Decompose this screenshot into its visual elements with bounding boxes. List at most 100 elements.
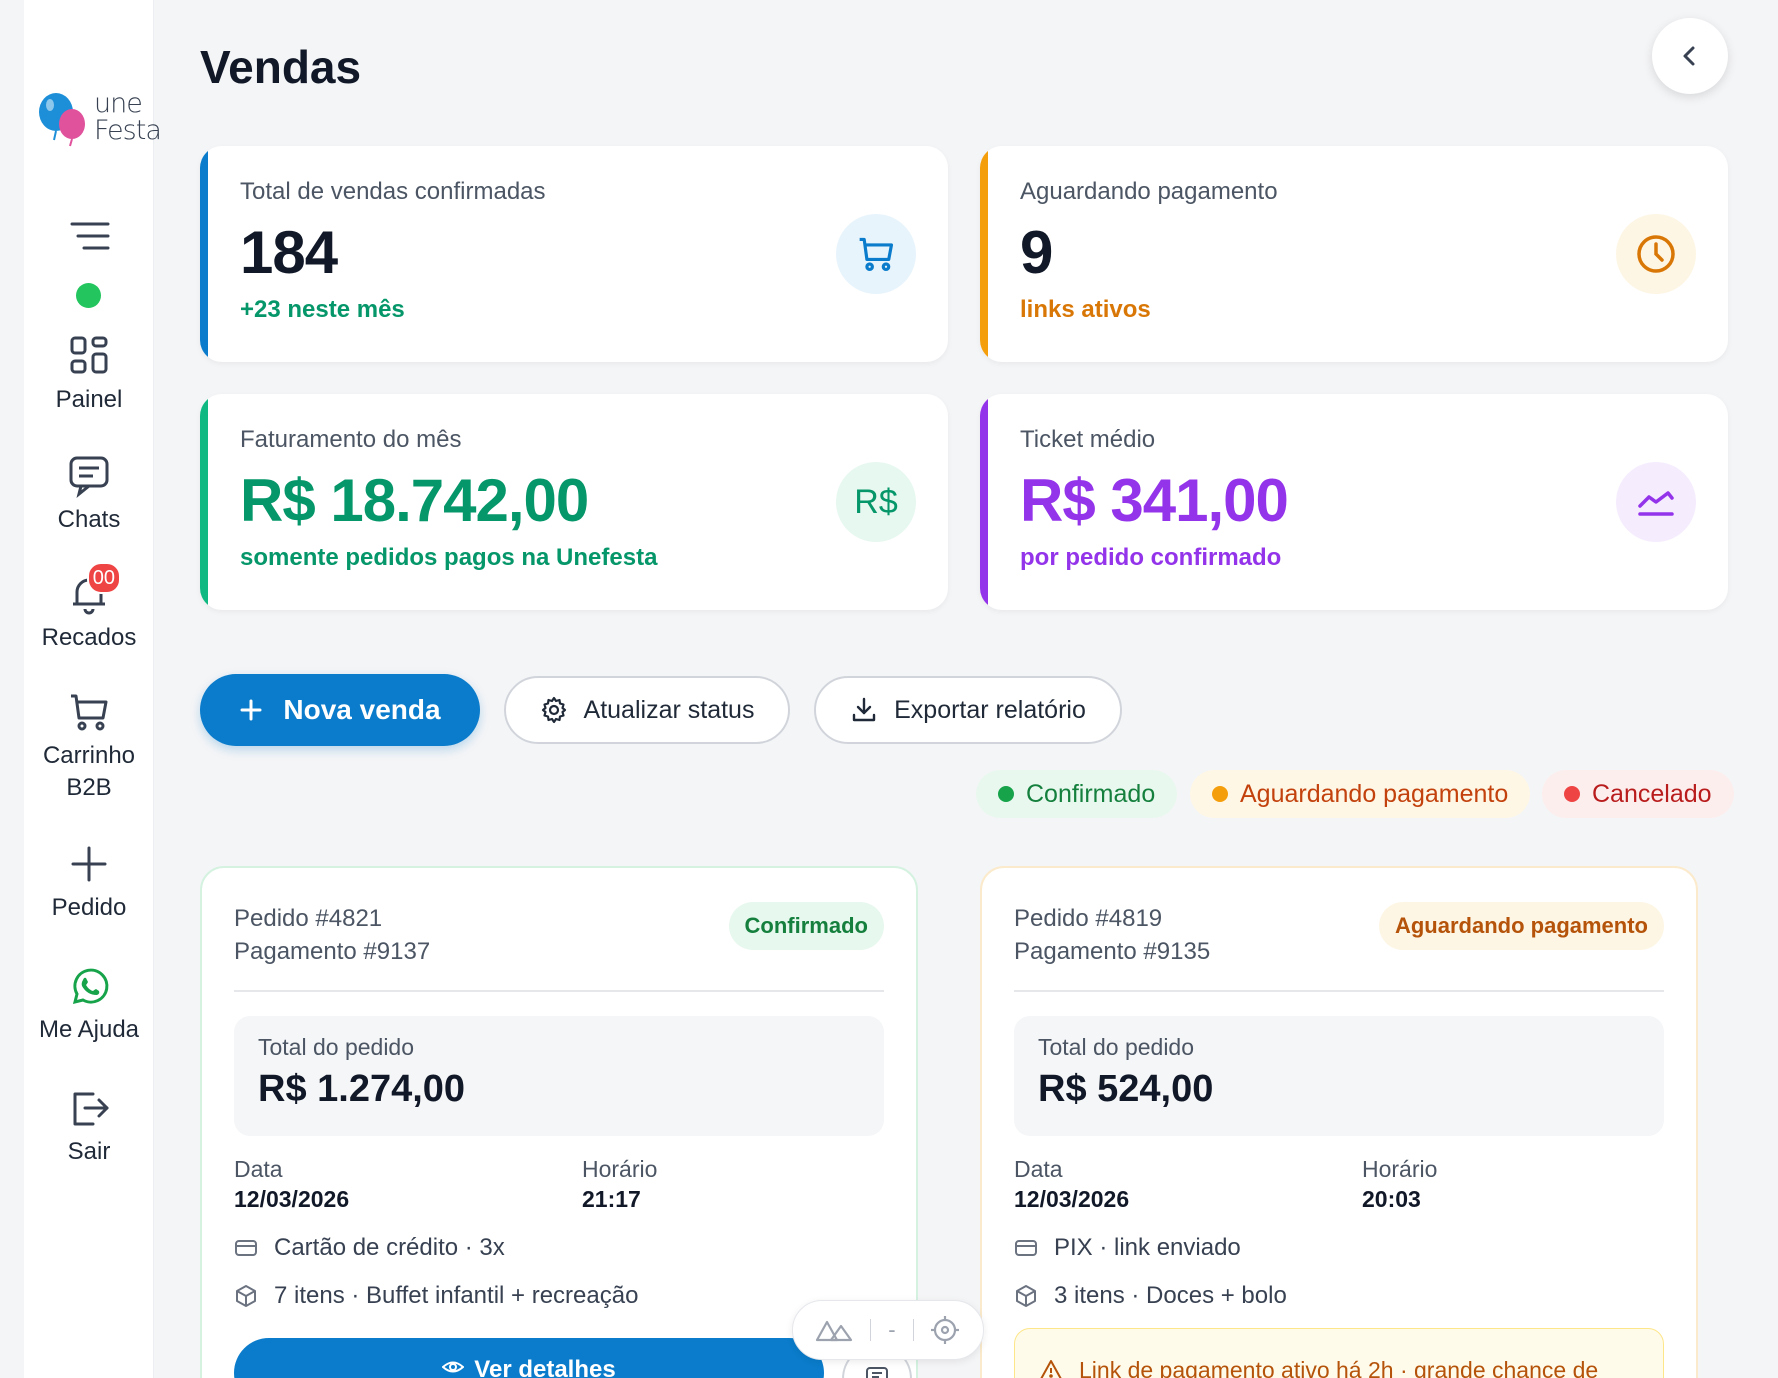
stat-card-average-ticket: Ticket médio R$ 341,00 por pedido confir… [980, 394, 1728, 610]
payment-method: PIX · link enviado [1014, 1234, 1241, 1262]
warning-icon [1040, 1360, 1062, 1378]
status-badge: Aguardando pagamento [1378, 902, 1664, 950]
chat-icon [67, 454, 111, 498]
floating-toolbar[interactable]: - [792, 1300, 984, 1360]
credit-card-icon [1015, 1240, 1037, 1256]
stat-value: R$ 18.742,00 [240, 467, 589, 534]
stat-sub: por pedido confirmado [1020, 544, 1282, 571]
whatsapp-icon [67, 964, 111, 1008]
stat-sub: links ativos [1020, 296, 1151, 323]
export-report-button[interactable]: Exportar relatório [814, 676, 1122, 744]
plus-icon [67, 842, 111, 886]
trend-icon [1616, 462, 1696, 542]
sidebar-item-painel[interactable]: Painel [24, 334, 154, 416]
cart-icon [67, 690, 111, 734]
stat-sub: somente pedidos pagos na Unefesta [240, 544, 658, 571]
gear-icon [541, 696, 566, 724]
divider [1014, 990, 1664, 992]
stat-value: 184 [240, 219, 338, 286]
stat-card-awaiting-payment: Aguardando pagamento 9 links ativos [980, 146, 1728, 362]
new-sale-button[interactable]: Nova venda [200, 674, 480, 746]
order-number: Pedido #4821 [234, 905, 383, 932]
notification-badge: 00 [86, 562, 121, 594]
package-icon [236, 1285, 256, 1307]
status-dot [1564, 786, 1580, 802]
bell-icon: 00 [67, 562, 121, 616]
grid-icon [67, 334, 111, 378]
sidebar-item-recados[interactable]: 00 Recados [24, 562, 154, 654]
sidebar-item-sair[interactable]: Sair [24, 1086, 154, 1168]
collapse-button[interactable] [1652, 18, 1728, 94]
crosshair-icon[interactable] [930, 1315, 960, 1345]
payment-number: Pagamento #9137 [234, 938, 431, 965]
credit-card-icon [235, 1240, 257, 1256]
sidebar-item-chats[interactable]: Chats [24, 454, 154, 536]
order-card: Pedido #4819 Pagamento #9135 Aguardando … [980, 866, 1698, 1378]
stat-sub: +23 neste mês [240, 296, 405, 323]
chat-icon [866, 1367, 888, 1378]
stat-value: R$ 341,00 [1020, 467, 1289, 534]
stat-card-monthly-revenue: Faturamento do mês R$ 18.742,00 somente … [200, 394, 948, 610]
date-label: Data [1014, 1156, 1063, 1182]
total-label: Total do pedido [1038, 1034, 1195, 1060]
separator [870, 1319, 872, 1341]
total-value: R$ 1.274,00 [258, 1068, 466, 1110]
sidebar-item-carrinho-b2b[interactable]: Carrinho B2B [24, 690, 154, 804]
new-sale-label: Nova venda [283, 694, 441, 725]
sidebar-item-pedido[interactable]: Pedido [24, 842, 154, 924]
logo[interactable]: une Festa [34, 90, 162, 150]
legend-confirmed: Confirmado [976, 770, 1178, 818]
payment-warning: Link de pagamento ativo há 2h · grande c… [1014, 1328, 1664, 1378]
menu-icon[interactable] [70, 220, 110, 252]
sidebar-item-me-ajuda[interactable]: Me Ajuda [24, 964, 154, 1046]
time-label: Horário [582, 1156, 658, 1182]
view-details-button[interactable]: Ver detalhes [234, 1338, 824, 1378]
status-dot [998, 786, 1014, 802]
order-ids: Pedido #4821 Pagamento #9137 [234, 902, 430, 968]
plus-icon [240, 699, 262, 721]
separator [912, 1319, 914, 1341]
order-total-box: Total do pedido R$ 1.274,00 [234, 1016, 884, 1136]
stat-label: Total de vendas confirmadas [240, 178, 546, 205]
total-value: R$ 524,00 [1038, 1068, 1214, 1110]
legend-cancelled: Cancelado [1542, 770, 1734, 818]
sidebar-item-label: Carrinho B2B [42, 742, 136, 801]
time-label: Horário [1362, 1156, 1438, 1182]
page-title: Vendas [200, 41, 362, 93]
date-value: 12/03/2026 [234, 1186, 350, 1212]
legend-awaiting: Aguardando pagamento [1190, 770, 1531, 818]
online-status-dot [76, 283, 101, 308]
brand-name: une Festa [94, 88, 162, 146]
order-items: 3 itens · Doces + bolo [1014, 1282, 1287, 1310]
order-total-box: Total do pedido R$ 524,00 [1014, 1016, 1664, 1136]
divider [234, 990, 884, 992]
sidebar-item-label: Painel [55, 386, 123, 413]
sidebar: une Festa Painel Chats 00 Recados Carrin… [24, 0, 162, 1378]
status-badge: Confirmado [728, 902, 884, 950]
cart-icon [836, 214, 916, 294]
stat-card-confirmed-sales: Total de vendas confirmadas 184 +23 nest… [200, 146, 948, 362]
logout-icon [67, 1086, 111, 1130]
export-report-label: Exportar relatório [894, 695, 1086, 724]
update-status-button[interactable]: Atualizar status [504, 676, 790, 744]
stat-label: Aguardando pagamento [1020, 178, 1278, 205]
nuxt-logo-icon[interactable] [815, 1318, 853, 1342]
payment-method: Cartão de crédito · 3x [234, 1234, 505, 1262]
eye-icon [442, 1361, 465, 1373]
toolbar-middle-text[interactable]: - [888, 1317, 895, 1343]
order-number: Pedido #4819 [1014, 905, 1163, 932]
order-items: 7 itens · Buffet infantil + recreação [234, 1282, 638, 1310]
stat-label: Faturamento do mês [240, 426, 462, 453]
warning-text: Link de pagamento ativo há 2h · grande c… [1079, 1357, 1599, 1378]
time-value: 21:17 [582, 1186, 641, 1212]
sidebar-item-label: Sair [67, 1138, 111, 1165]
date-value: 12/03/2026 [1014, 1186, 1130, 1212]
download-icon [852, 697, 876, 722]
chevron-left-icon [1683, 46, 1695, 66]
sidebar-item-label: Me Ajuda [38, 1016, 140, 1043]
stat-value: 9 [1020, 219, 1053, 286]
time-value: 20:03 [1362, 1186, 1421, 1212]
status-dot [1212, 786, 1228, 802]
package-icon [1016, 1285, 1036, 1307]
order-ids: Pedido #4819 Pagamento #9135 [1014, 902, 1210, 968]
